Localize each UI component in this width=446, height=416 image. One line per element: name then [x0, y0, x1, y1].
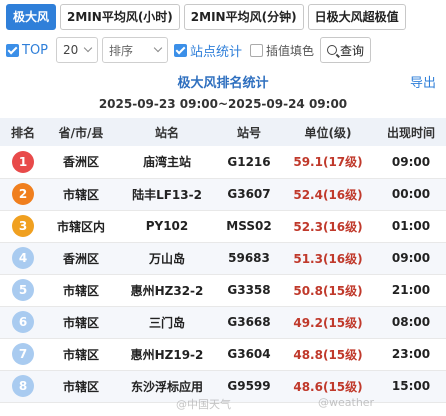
rank-cell: 3	[0, 210, 46, 243]
rank-badge: 3	[12, 215, 34, 237]
time-cell: 00:00	[376, 178, 446, 211]
station-id-cell: G3607	[218, 178, 280, 211]
top-label: TOP	[22, 42, 49, 58]
area-cell: 香洲区	[46, 146, 116, 179]
rank-cell: 6	[0, 306, 46, 339]
time-cell: 15:00	[376, 370, 446, 403]
rank-cell: 2	[0, 178, 46, 211]
report-title: 极大风排名统计	[177, 76, 269, 91]
area-cell: 市辖区	[46, 338, 116, 371]
area-cell: 市辖区	[46, 274, 116, 307]
rank-badge: 1	[12, 150, 34, 173]
sort-select[interactable]: 排序	[102, 37, 169, 63]
rank-badge: 8	[12, 375, 34, 397]
tab-bar: 极大风 2MIN平均风(小时) 2MIN平均风(分钟) 日极大风超极值	[6, 4, 406, 30]
tab-2min-avg-minute[interactable]: 2MIN平均风(分钟)	[183, 4, 304, 30]
rank-badge: 2	[12, 183, 34, 205]
query-button-label: 查询	[340, 43, 365, 58]
station-name-cell: 惠州HZ19-2	[116, 338, 218, 371]
rank-cell: 4	[0, 242, 46, 275]
station-id-cell: G3668	[218, 306, 280, 339]
rank-cell: 7	[0, 338, 46, 371]
time-cell: 21:00	[376, 274, 446, 307]
rank-badge: 7	[12, 343, 34, 365]
filter-toolbar: TOP 20 排序 站点统计 插值填色 查询	[6, 36, 440, 64]
station-id-cell: G3604	[218, 338, 280, 371]
area-cell: 市辖区	[46, 370, 116, 403]
chevron-down-icon	[153, 43, 163, 53]
count-select[interactable]: 20	[56, 37, 99, 63]
time-cell: 09:00	[376, 146, 446, 179]
tab-daily-max-extreme[interactable]: 日极大风超极值	[307, 4, 406, 30]
value-cell: 52.4(16级)	[280, 178, 376, 211]
watermark-left: @中国天气	[176, 398, 231, 411]
area-cell: 市辖区	[46, 306, 116, 339]
header-station-id: 站号	[218, 118, 280, 146]
sort-select-placeholder: 排序	[109, 43, 134, 58]
count-select-value: 20	[63, 43, 79, 57]
header-value: 单位(级)	[280, 118, 376, 146]
rank-cell: 5	[0, 274, 46, 307]
time-cell: 23:00	[376, 338, 446, 371]
table-row[interactable]: 3 市辖区内 PY102 MSS02 52.3(16级) 01:00	[0, 210, 446, 243]
value-cell: 59.1(17级)	[280, 146, 376, 179]
station-name-cell: 三门岛	[116, 306, 218, 339]
station-id-cell: G3358	[218, 274, 280, 307]
station-stat-checkbox[interactable]	[174, 43, 188, 57]
time-cell: 08:00	[376, 306, 446, 339]
area-cell: 市辖区	[46, 178, 116, 211]
rank-badge: 6	[12, 311, 34, 333]
interp-fill-label: 插值填色	[266, 43, 315, 58]
station-id-cell: MSS02	[218, 210, 280, 243]
table-header-row: 排名 省/市/县 站名 站号 单位(级) 出现时间	[0, 118, 446, 146]
tab-max-wind[interactable]: 极大风	[6, 4, 57, 30]
rank-badge: 4	[12, 247, 34, 269]
station-name-cell: 惠州HZ32-2	[116, 274, 218, 307]
table-row[interactable]: 6 市辖区 三门岛 G3668 49.2(15级) 08:00	[0, 306, 446, 339]
area-cell: 市辖区内	[46, 210, 116, 243]
value-cell: 49.2(15级)	[280, 306, 376, 339]
value-cell: 52.3(16级)	[280, 210, 376, 243]
rank-cell: 1	[0, 146, 46, 179]
query-button[interactable]: 查询	[320, 37, 372, 63]
time-cell: 01:00	[376, 210, 446, 243]
table-row[interactable]: 4 香洲区 万山岛 59683 51.3(16级) 09:00	[0, 242, 446, 275]
station-id-cell: G1216	[218, 146, 280, 179]
ranking-table: 排名 省/市/县 站名 站号 单位(级) 出现时间 1 香洲区 庙湾主站 G1216 5…	[0, 118, 446, 403]
report-time-range: 2025-09-23 09:00~2025-09-24 09:00	[98, 97, 348, 111]
header-rank: 排名	[0, 118, 46, 146]
station-name-cell: 庙湾主站	[116, 146, 218, 179]
table-row[interactable]: 2 市辖区 陆丰LF13-2 G3607 52.4(16级) 00:00	[0, 178, 446, 211]
area-cell: 香洲区	[46, 242, 116, 275]
interp-fill-checkbox[interactable]	[250, 43, 264, 57]
tab-2min-avg-hour[interactable]: 2MIN平均风(小时)	[60, 4, 180, 30]
station-name-cell: 万山岛	[116, 242, 218, 275]
header-station-name: 站名	[116, 118, 218, 146]
value-cell: 48.8(15级)	[280, 338, 376, 371]
station-id-cell: 59683	[218, 242, 280, 275]
value-cell: 50.8(15级)	[280, 274, 376, 307]
chevron-down-icon	[83, 43, 93, 53]
station-name-cell: 陆丰LF13-2	[116, 178, 218, 211]
search-icon	[327, 45, 338, 55]
station-stat-label: 站点统计	[190, 44, 243, 60]
top-checkbox[interactable]	[6, 43, 19, 57]
rank-cell: 8	[0, 370, 46, 403]
table-row[interactable]: 5 市辖区 惠州HZ32-2 G3358 50.8(15级) 21:00	[0, 274, 446, 307]
header-time: 出现时间	[376, 118, 446, 146]
value-cell: 51.3(16级)	[280, 242, 376, 275]
rank-badge: 5	[12, 279, 34, 301]
time-cell: 09:00	[376, 242, 446, 275]
table-row[interactable]: 7 市辖区 惠州HZ19-2 G3604 48.8(15级) 23:00	[0, 338, 446, 371]
table-row[interactable]: 1 香洲区 庙湾主站 G1216 59.1(17级) 09:00	[0, 146, 446, 179]
header-area: 省/市/县	[46, 118, 116, 146]
station-name-cell: PY102	[116, 210, 218, 243]
export-link[interactable]: 导出	[410, 72, 436, 91]
watermark-right: @weather	[318, 396, 375, 409]
